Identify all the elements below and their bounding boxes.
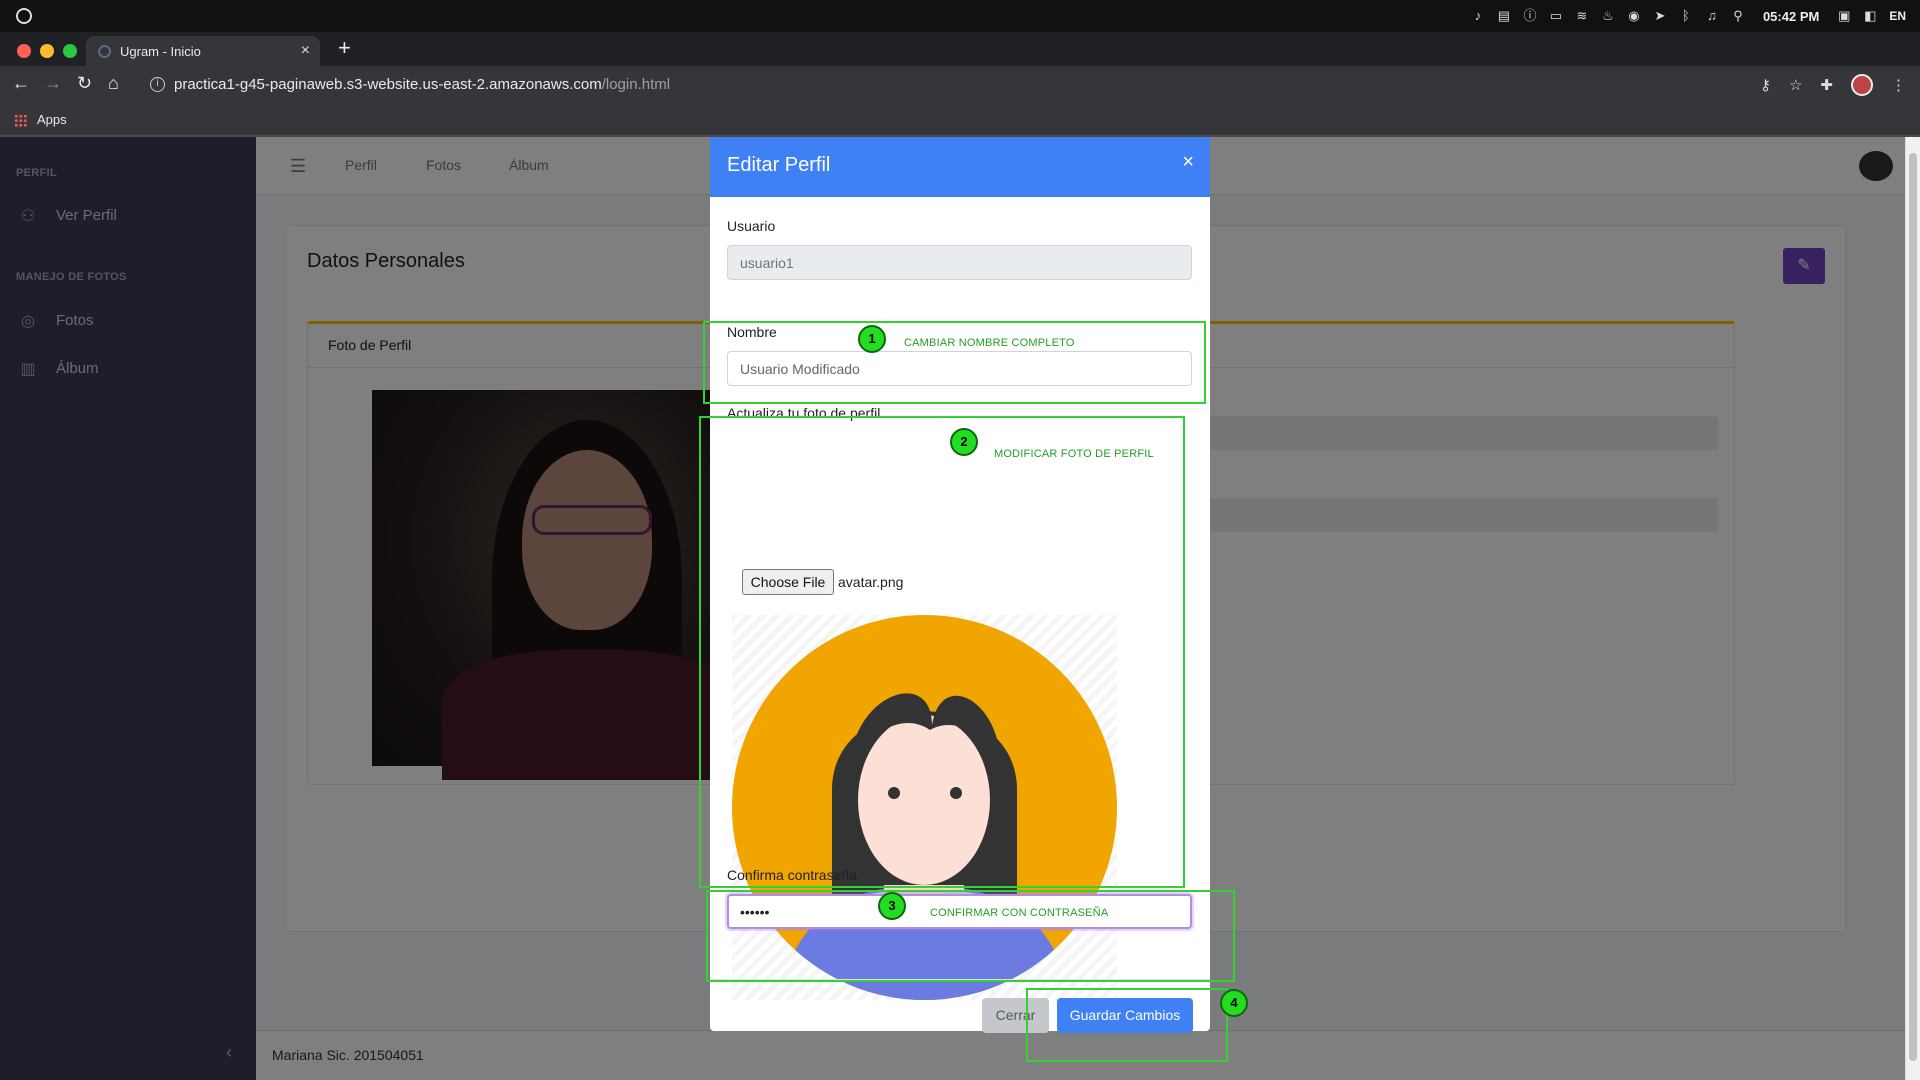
annotation-number-1: 1 (858, 325, 886, 353)
forward-arrow-icon[interactable]: → (44, 73, 62, 94)
extensions-icon[interactable]: ✚ (1820, 76, 1833, 94)
minimize-window-button[interactable] (40, 44, 54, 58)
annotation-box-1 (703, 321, 1206, 404)
browser-tab-bar: Ugram - Inicio × (0, 32, 1920, 66)
discord-icon[interactable]: ◉ (1627, 9, 1641, 23)
wifi-icon[interactable]: ≋ (1575, 9, 1589, 23)
volume-icon[interactable]: ♫ (1705, 9, 1719, 23)
lock-icon[interactable]: ▣ (1837, 9, 1851, 23)
toolbar-actions: ⚷ ☆ ✚ ⋮ (1760, 74, 1906, 96)
address-bar[interactable]: practica1-g45-paginaweb.s3-website.us-ea… (174, 76, 670, 93)
battery-icon[interactable]: ▭ (1549, 9, 1563, 23)
annotation-box-3 (706, 890, 1235, 982)
site-info-icon[interactable]: i (150, 77, 165, 92)
bell-icon[interactable]: ♪ (1471, 9, 1485, 23)
globe-icon[interactable] (16, 8, 32, 24)
key-icon[interactable]: ⚷ (1760, 76, 1771, 94)
apps-bookmark[interactable]: Apps (37, 112, 67, 127)
window-controls (17, 44, 77, 58)
annotation-number-3: 3 (878, 892, 906, 920)
browser-toolbar: ← → ↻ ⌂ i practica1-g45-paginaweb.s3-web… (0, 66, 1920, 104)
annotation-box-4 (1026, 988, 1228, 1062)
profile-avatar[interactable] (1851, 74, 1873, 96)
apps-grid-icon[interactable] (14, 114, 27, 127)
tab-title: Ugram - Inicio (120, 44, 201, 59)
telegram-icon[interactable]: ➤ (1653, 9, 1667, 23)
web-page: PERFIL ⚇ Ver Perfil MANEJO DE FOTOS ◎ Fo… (0, 137, 1905, 1080)
new-tab-button[interactable]: + (338, 36, 351, 60)
search-icon[interactable]: ⚲ (1731, 9, 1745, 23)
annotation-number-2: 2 (950, 428, 978, 456)
system-tray: ♪ ▤ ⓘ ▭ ≋ ♨ ◉ ➤ ᛒ ♫ ⚲ 05:42 PM ▣ ◧ EN (1471, 0, 1906, 32)
annotation-box-2 (699, 416, 1185, 888)
page-scrollbar[interactable] (1905, 137, 1920, 1080)
maximize-window-button[interactable] (63, 44, 77, 58)
reload-icon[interactable]: ↻ (77, 73, 92, 94)
url-path: /login.html (601, 76, 671, 93)
usuario-input: usuario1 (727, 245, 1192, 280)
app-icon[interactable]: ◧ (1863, 9, 1877, 23)
annotation-label-1: CAMBIAR NOMBRE COMPLETO (904, 337, 1075, 349)
back-arrow-icon[interactable]: ← (12, 73, 30, 94)
annotation-label-2: MODIFICAR FOTO DE PERFIL (994, 448, 1154, 460)
browser-tab[interactable]: Ugram - Inicio × (86, 36, 320, 66)
menu-kebab-icon[interactable]: ⋮ (1891, 76, 1906, 94)
flame-icon[interactable]: ♨ (1601, 9, 1615, 23)
home-icon[interactable]: ⌂ (108, 73, 119, 94)
star-icon[interactable]: ☆ (1789, 76, 1802, 94)
close-tab-icon[interactable]: × (301, 42, 310, 60)
url-host: practica1-g45-paginaweb.s3-website.us-ea… (174, 76, 602, 93)
bluetooth-icon[interactable]: ᛒ (1679, 9, 1693, 23)
annotation-label-3: CONFIRMAR CON CONTRASEÑA (930, 907, 1109, 919)
keyboard-language[interactable]: EN (1889, 9, 1906, 23)
clipboard-icon[interactable]: ▤ (1497, 9, 1511, 23)
close-icon[interactable]: × (1182, 151, 1194, 174)
annotation-number-4: 4 (1220, 989, 1248, 1017)
os-top-bar: ♪ ▤ ⓘ ▭ ≋ ♨ ◉ ➤ ᛒ ♫ ⚲ 05:42 PM ▣ ◧ EN (0, 0, 1920, 32)
info-icon[interactable]: ⓘ (1523, 9, 1537, 23)
close-window-button[interactable] (17, 44, 31, 58)
usuario-label: Usuario (727, 218, 776, 234)
tab-favicon-icon (98, 45, 111, 58)
bookmarks-bar: Apps (0, 104, 1920, 136)
clock[interactable]: 05:42 PM (1763, 9, 1819, 24)
modal-header: Editar Perfil × (710, 137, 1210, 197)
scrollbar-thumb[interactable] (1909, 153, 1917, 1061)
modal-title: Editar Perfil (727, 154, 831, 176)
